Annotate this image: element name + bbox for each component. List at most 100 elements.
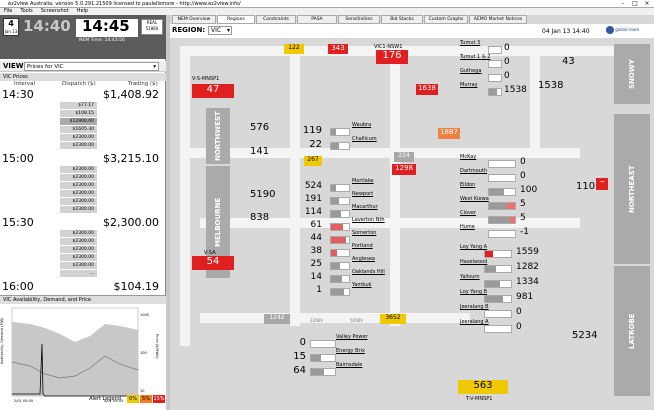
station-output-fill (331, 129, 337, 135)
interval-time: 16:00 (2, 280, 34, 293)
station-output-value: 191 (304, 194, 322, 204)
station-output-bar (484, 325, 512, 333)
flow-tag[interactable]: 1298 (392, 164, 416, 175)
station-name[interactable]: McKay (460, 154, 476, 160)
voltage-500kv: 500KV (350, 318, 363, 323)
menu-help[interactable]: Help (77, 8, 88, 14)
station-name[interactable]: Tumut 1 & 2 (460, 54, 491, 60)
station-name[interactable]: Newport (352, 191, 373, 197)
line-central2 (390, 46, 400, 326)
minimize-button[interactable]: – (617, 0, 629, 8)
date-month: Jan 13 (4, 29, 18, 34)
logo-text: global-roam (615, 27, 640, 32)
vic1-nsw1-flow[interactable]: 176 (376, 50, 408, 64)
station-name[interactable]: Yallourn (460, 274, 480, 280)
flow-tag[interactable]: 3652 (380, 314, 406, 324)
station-name[interactable]: Guthega (460, 68, 482, 74)
station-output-bar (330, 275, 350, 283)
view-row: VIEW: Prices for VIC ▾ (0, 61, 166, 72)
station-output-value: 100 (520, 185, 538, 195)
date-day: 4 (8, 19, 14, 28)
station-output-bar (488, 188, 516, 196)
tab-constraints[interactable]: Constraints (256, 15, 296, 24)
station-name[interactable]: Laverton Nth (352, 217, 385, 223)
flow-tag[interactable]: 1242 (264, 314, 290, 324)
station-output-bar (330, 210, 350, 218)
station-name[interactable]: Macarthur (352, 204, 378, 210)
station-name[interactable]: Challicum (352, 136, 377, 142)
tab-sensitivities[interactable]: Sensitivities (338, 15, 380, 24)
menu-screenshot[interactable]: Screenshot (41, 8, 69, 14)
flow-tag[interactable]: 224 (394, 152, 414, 162)
station-name[interactable]: Yambuk (352, 282, 372, 288)
dispatch-price: $108.15 (60, 110, 97, 117)
region-northwest: NORTHWEST (206, 108, 230, 164)
station-name[interactable]: Anglesea (352, 256, 375, 262)
chart-right-tick: 10 (140, 389, 144, 393)
station-output-fill (311, 369, 325, 375)
region-select[interactable]: VIC ▾ (208, 26, 232, 35)
station-name[interactable]: Dartmouth (460, 168, 487, 174)
vs-mnsp1-label: V-S-MNSP1 (192, 76, 220, 82)
station-output-bar (484, 280, 512, 288)
trading-price: $2,300.00 (103, 216, 159, 229)
station-name[interactable]: Murray (460, 82, 478, 88)
melbourne-gen: 5190 (250, 189, 276, 200)
tab-bid-stacks[interactable]: Bid Stacks (381, 15, 423, 24)
flow-tag[interactable]: 1638 (416, 84, 438, 95)
close-button[interactable]: × (641, 0, 653, 8)
flow-tag[interactable]: 1887 (438, 128, 460, 139)
tab-nem-overview[interactable]: NEM Overview (172, 15, 216, 24)
t-v-mnsp1-flow[interactable]: 563 (458, 380, 508, 394)
tab-pasa[interactable]: PASA (297, 15, 337, 24)
station-output-value: 1 (316, 285, 322, 295)
station-name[interactable]: Hume (460, 224, 475, 230)
station-output-fill (331, 211, 342, 217)
interval-time: 15:30 (2, 216, 34, 229)
station-name[interactable]: West Kiewa (460, 196, 489, 202)
snowy-value: 1538 (538, 80, 564, 91)
station-name[interactable]: Tumut 3 (460, 40, 480, 46)
menu-file[interactable]: File (4, 8, 12, 14)
vs-mnsp1-flow[interactable]: 47 (192, 84, 234, 98)
view-select[interactable]: Prices for VIC ▾ (24, 62, 159, 71)
station-output-fill (331, 198, 339, 204)
station-output-value: 1334 (516, 277, 539, 287)
station-output-value: 5 (520, 213, 526, 223)
real-code: 51860 (145, 26, 159, 31)
global-roam-logo: global-roam (606, 26, 650, 36)
dispatch-price: ... (60, 270, 97, 277)
menu-tools[interactable]: Tools (20, 8, 32, 14)
station-name[interactable]: Waubra (352, 122, 371, 128)
station-name[interactable]: Oaklands Hill (352, 269, 385, 275)
station-output-fill (331, 224, 344, 230)
tab-regions[interactable]: Regions (217, 15, 255, 24)
station-name[interactable]: Somerton (352, 230, 376, 236)
region-snowy: SNOWY (614, 44, 650, 104)
station-name[interactable]: Clover (460, 210, 476, 216)
dispatch-price: $2300.00 (60, 230, 97, 237)
menu-bar: File Tools Screenshot Help (0, 8, 654, 15)
station-name[interactable]: Energy Brix (336, 348, 365, 354)
station-output-bar (330, 184, 350, 192)
station-output-value: 25 (310, 259, 322, 269)
prices-header: VIC Prices (0, 73, 166, 81)
flow-tag[interactable]: 267 (304, 156, 322, 166)
station-name[interactable]: Valley Power (336, 334, 368, 340)
station-output-bar (330, 262, 350, 270)
maximize-button[interactable]: □ (629, 0, 641, 8)
station-output-fill (489, 203, 507, 209)
flow-tag[interactable]: 343 (328, 44, 348, 54)
tab-custom-graphs[interactable]: Custom Graphs (424, 15, 468, 24)
station-name[interactable]: Bairnsdale (336, 362, 362, 368)
flow-tag[interactable]: 122 (284, 44, 304, 54)
station-name[interactable]: Eildon (460, 182, 475, 188)
station-name[interactable]: Portland (352, 243, 373, 249)
v-sa-flow[interactable]: 54 (192, 256, 234, 270)
station-output-bar (488, 160, 516, 168)
station-name[interactable]: Mortlake (352, 178, 374, 184)
station-output-bar (330, 249, 350, 257)
station-output-bar (488, 46, 502, 54)
tab-market-notices[interactable]: AEMO Market Notices (469, 15, 527, 24)
t-v-mnsp1-label: T-V-MNSP1 (466, 396, 493, 402)
